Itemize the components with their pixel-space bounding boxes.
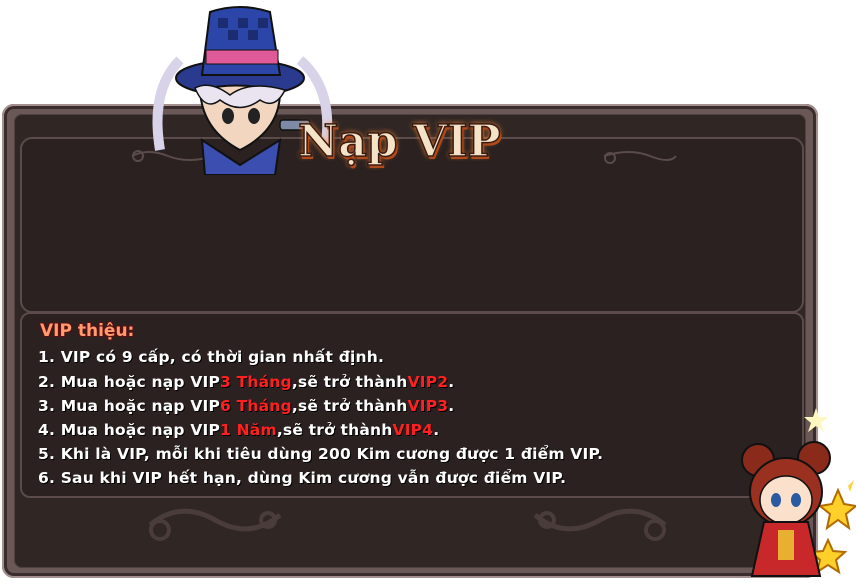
duration-highlight: 3 Tháng <box>220 373 292 391</box>
line-text: Sau khi VIP hết hạn, dùng Kim cương vẫn … <box>60 469 567 487</box>
line-text: Mua hoặc nạp VIP <box>60 397 221 415</box>
line-text: ,sẽ trở thành <box>291 397 408 415</box>
vip-info-panel: VIP thiệu: 1. VIP có 9 cấp, có thời gian… <box>20 312 804 498</box>
line-text: . <box>448 373 455 391</box>
line-text: ,sẽ trở thành <box>291 373 408 391</box>
line-text: Khi là VIP, mỗi khi tiêu dùng 200 Kim cư… <box>60 445 604 463</box>
flourish-ornament-icon <box>148 508 282 541</box>
line-number: 4. <box>38 421 56 439</box>
duration-highlight: 1 Năm <box>220 421 277 439</box>
vip-level-highlight: VIP4 <box>392 421 434 439</box>
line-text: VIP có 9 cấp, có thời gian nhất định. <box>60 348 385 366</box>
line-number: 3. <box>38 397 56 415</box>
line-text: . <box>433 421 440 439</box>
flourish-ornament-icon <box>533 508 667 541</box>
line-text: Mua hoặc nạp VIP <box>60 373 221 391</box>
vip-info-heading: VIP thiệu: <box>40 321 135 341</box>
line-number: 5. <box>38 445 56 463</box>
line-text: Mua hoặc nạp VIP <box>60 421 221 439</box>
scroll-ornament-icon <box>603 151 677 164</box>
vip-info-line-1: 1. VIP có 9 cấp, có thời gian nhất định. <box>38 348 384 366</box>
vip-level-highlight: VIP3 <box>407 397 449 415</box>
vip-info-line-3: 3. Mua hoặc nạp VIP6 Tháng,sẽ trở thànhV… <box>38 397 454 415</box>
vip-level-highlight: VIP2 <box>407 373 449 391</box>
line-number: 6. <box>38 469 56 487</box>
dialog-title: Nạp VIP <box>297 115 501 168</box>
line-number: 1. <box>38 348 56 366</box>
vip-info-line-5: 5. Khi là VIP, mỗi khi tiêu dùng 200 Kim… <box>38 445 603 463</box>
vip-info-line-4: 4. Mua hoặc nạp VIP1 Năm,sẽ trở thànhVIP… <box>38 421 439 439</box>
duration-highlight: 6 Tháng <box>220 397 292 415</box>
girl-character-icon <box>741 408 856 577</box>
vip-info-line-6: 6. Sau khi VIP hết hạn, dùng Kim cương v… <box>38 469 566 487</box>
line-number: 2. <box>38 373 56 391</box>
line-text: . <box>448 397 455 415</box>
vip-info-line-2: 2. Mua hoặc nạp VIP3 Tháng,sẽ trở thànhV… <box>38 373 454 391</box>
line-text: ,sẽ trở thành <box>276 421 393 439</box>
